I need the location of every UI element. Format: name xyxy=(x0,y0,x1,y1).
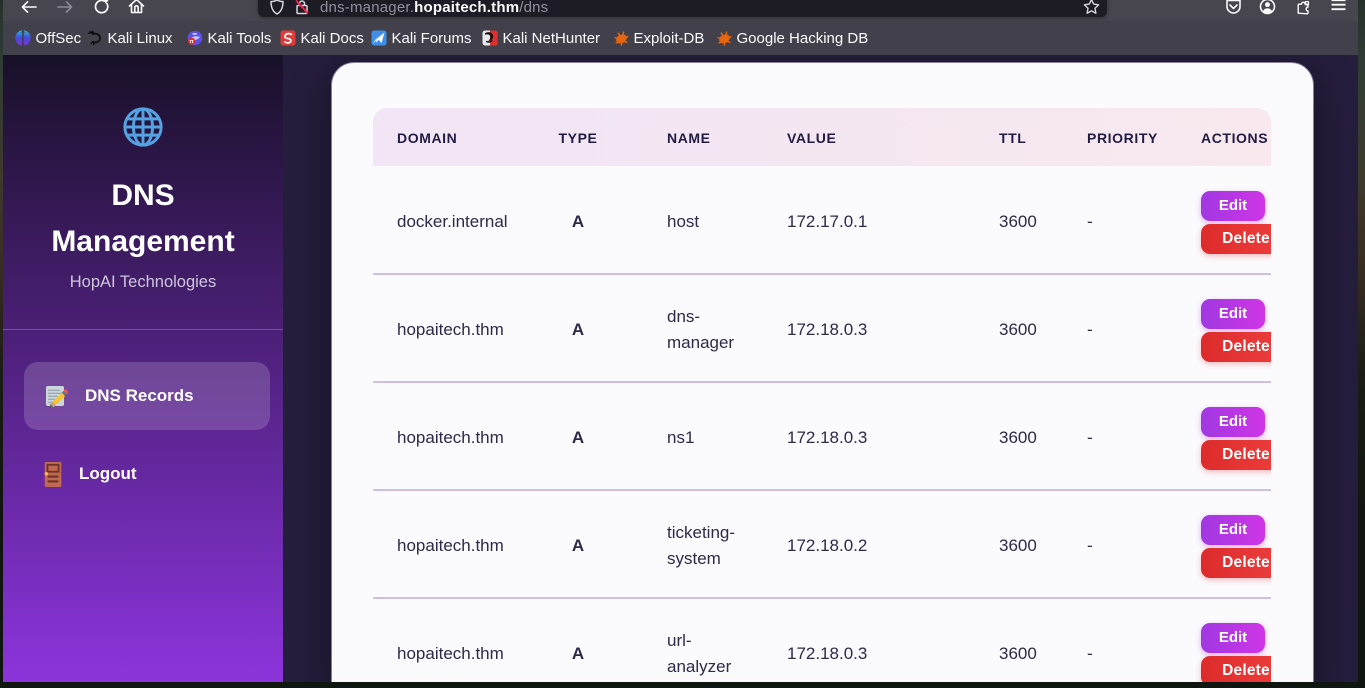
svg-text:π: π xyxy=(190,39,194,45)
